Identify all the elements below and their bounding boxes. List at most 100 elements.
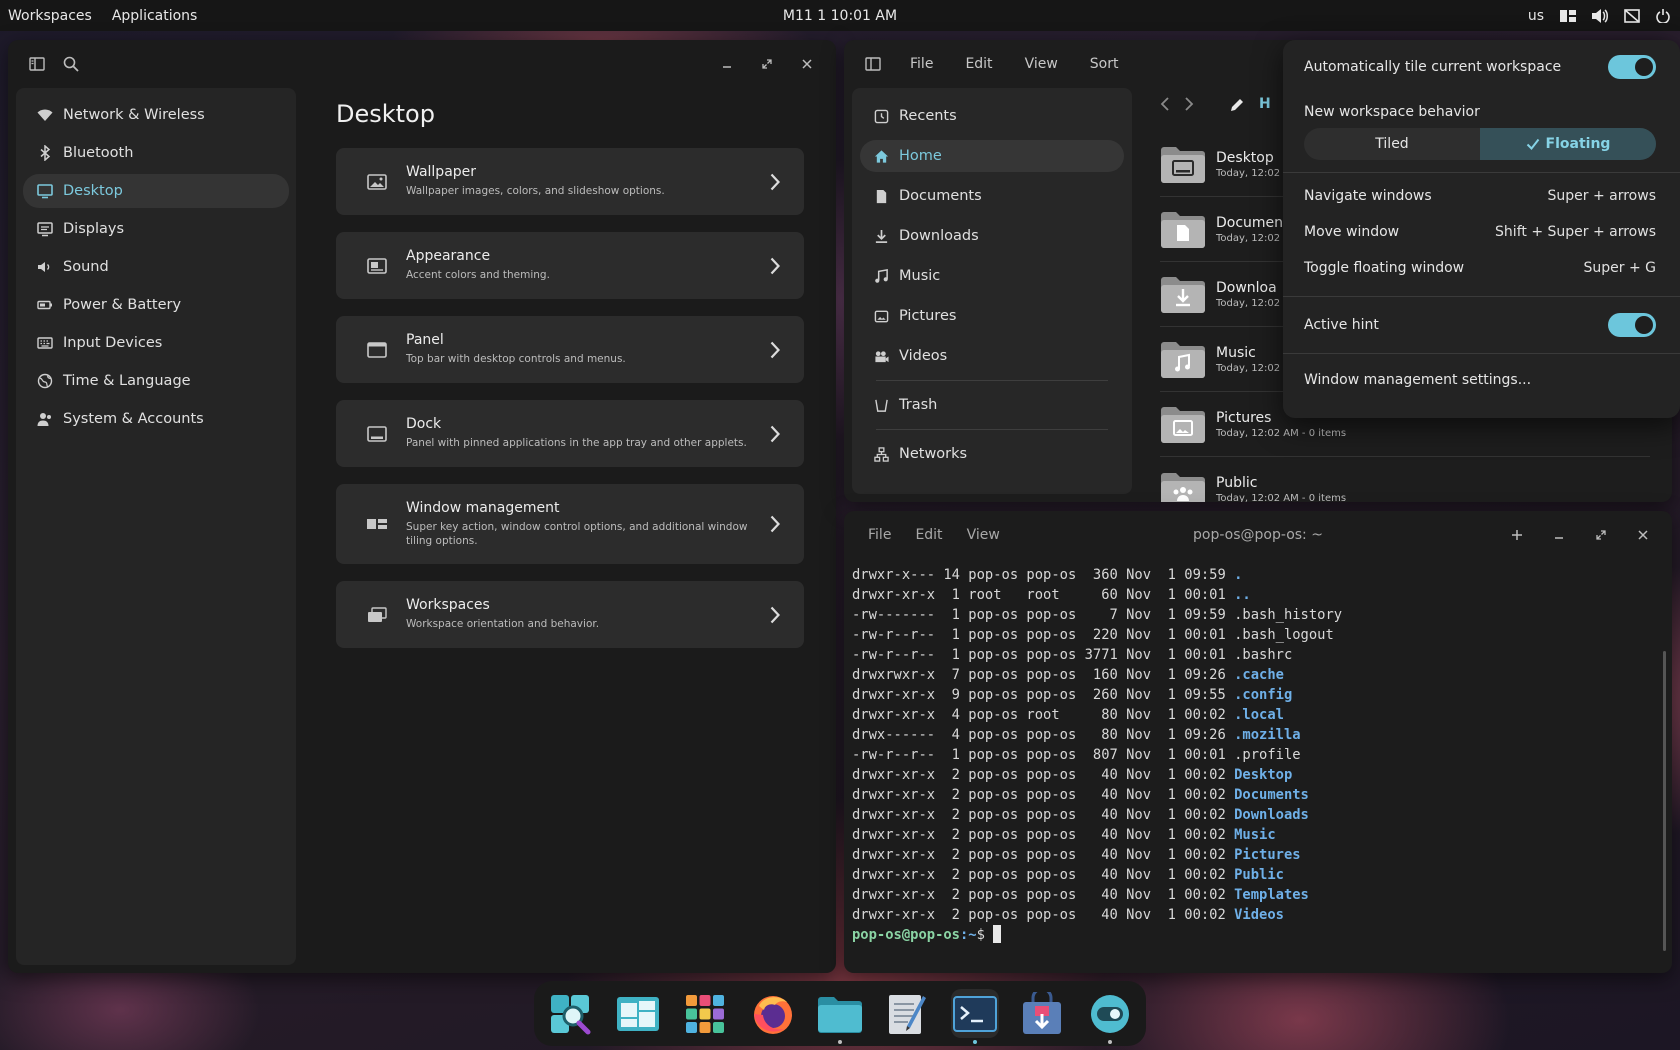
files-icon	[817, 995, 863, 1033]
tiling-icon[interactable]	[1560, 9, 1576, 22]
dock-item-settings[interactable]	[1086, 989, 1134, 1044]
terminal-line: drwx------ 4 pop-os pop-os 80 Nov 1 09:2…	[852, 725, 1652, 745]
terminal-line-filename: .mozilla	[1234, 727, 1301, 743]
breadcrumb[interactable]: H	[1259, 96, 1271, 112]
forward-arrow-icon[interactable]	[1184, 96, 1194, 112]
network-offline-icon[interactable]	[1624, 8, 1640, 23]
sidebar-item-time[interactable]: Time & Language	[23, 364, 289, 398]
file-meta: Today, 12:02 AM - 0 items	[1216, 427, 1347, 439]
sidebar-item-downloads[interactable]: Downloads	[860, 220, 1124, 252]
dock-item-terminal[interactable]	[950, 989, 1000, 1044]
dock-item-files[interactable]	[816, 989, 864, 1044]
sidebar-item-trash[interactable]: Trash	[860, 389, 1124, 421]
dock-item-workspaces[interactable]	[613, 989, 661, 1038]
terminal-output[interactable]: drwxr-x--- 14 pop-os pop-os 360 Nov 1 09…	[852, 565, 1652, 945]
menu-view[interactable]: View	[955, 527, 1012, 543]
settings-content: Desktop Wallpaper Wallpaper images, color…	[336, 88, 804, 665]
floating-option[interactable]: Floating	[1480, 128, 1656, 160]
dock	[534, 981, 1146, 1046]
new-workspace-behavior-label: New workspace behavior	[1304, 104, 1480, 120]
sidebar-toggle-icon[interactable]	[20, 47, 54, 81]
menu-file[interactable]: File	[898, 56, 945, 72]
terminal-line-filename: ..	[1234, 587, 1251, 603]
close-button[interactable]	[1626, 518, 1660, 552]
terminal-line-filename: Music	[1234, 827, 1276, 843]
scrollbar[interactable]	[1663, 651, 1666, 951]
file-name: Desktop	[1216, 149, 1274, 166]
sidebar-toggle-icon[interactable]	[856, 47, 890, 81]
card-description: Super key action, window control options…	[406, 520, 748, 547]
list-item[interactable]: Public Today, 12:02 AM - 0 items	[1160, 457, 1650, 502]
back-arrow-icon[interactable]	[1160, 96, 1170, 112]
sidebar-item-system[interactable]: System & Accounts	[23, 402, 289, 436]
active-hint-toggle[interactable]	[1608, 313, 1656, 337]
card-description: Wallpaper images, colors, and slideshow …	[406, 185, 665, 198]
terminal-line-prefix: -rw-r--r-- 1 pop-os pop-os 220 Nov 1 00:…	[852, 627, 1235, 643]
sidebar-item-sound[interactable]: Sound	[23, 250, 289, 284]
sidebar-item-networks[interactable]: Networks	[860, 438, 1124, 470]
sidebar-item-network[interactable]: Network & Wireless	[23, 98, 289, 132]
sidebar-item-pictures[interactable]: Pictures	[860, 300, 1124, 332]
sidebar-item-music[interactable]: Music	[860, 260, 1124, 292]
minimize-button[interactable]	[1542, 518, 1576, 552]
card-description: Workspace orientation and behavior.	[406, 618, 600, 631]
sidebar-item-label: Displays	[63, 221, 125, 237]
menu-view[interactable]: View	[1013, 56, 1070, 72]
checkmark-icon	[1526, 138, 1540, 150]
card-appearance[interactable]: Appearance Accent colors and theming.	[336, 232, 804, 299]
card-panel[interactable]: Panel Top bar with desktop controls and m…	[336, 316, 804, 383]
card-window-management[interactable]: Window management Super key action, windo…	[336, 484, 804, 564]
dock-item-store[interactable]	[1018, 989, 1066, 1038]
card-title: Window management	[406, 499, 560, 516]
sidebar-item-power[interactable]: Power & Battery	[23, 288, 289, 322]
clock[interactable]: M11 1 10:01 AM	[0, 8, 1680, 24]
maximize-button[interactable]	[1584, 518, 1618, 552]
applications-button[interactable]: Applications	[112, 8, 198, 24]
card-wallpaper[interactable]: Wallpaper Wallpaper images, colors, and s…	[336, 148, 804, 215]
card-dock[interactable]: Dock Panel with pinned applications in th…	[336, 400, 804, 467]
shortcut-keys: Shift + Super + arrows	[1495, 224, 1656, 240]
menu-edit[interactable]: Edit	[953, 56, 1004, 72]
running-indicator	[1107, 1040, 1112, 1044]
minimize-button[interactable]	[710, 47, 744, 81]
terminal-line-prefix: -rw-r--r-- 1 pop-os pop-os 807 Nov 1 00:…	[852, 747, 1235, 763]
menu-sort[interactable]: Sort	[1078, 56, 1131, 72]
sidebar-item-home[interactable]: Home	[860, 140, 1124, 172]
maximize-button[interactable]	[750, 47, 784, 81]
dock-item-text-editor[interactable]	[883, 989, 931, 1038]
tiled-label: Tiled	[1375, 136, 1409, 152]
new-tab-button[interactable]	[1500, 518, 1534, 552]
tiled-option[interactable]: Tiled	[1304, 128, 1480, 160]
chevron-right-icon	[770, 515, 780, 533]
volume-icon[interactable]	[1592, 8, 1608, 23]
sidebar-item-videos[interactable]: Videos	[860, 340, 1124, 372]
edit-path-icon[interactable]	[1230, 97, 1245, 112]
sidebar-item-displays[interactable]: Displays	[23, 212, 289, 246]
power-icon[interactable]	[1656, 8, 1670, 23]
dock-item-app-library[interactable]	[681, 989, 729, 1038]
dock-item-app-search[interactable]	[546, 989, 594, 1038]
battery-icon	[37, 297, 53, 313]
card-workspaces[interactable]: Workspaces Workspace orientation and beha…	[336, 581, 804, 648]
search-icon[interactable]	[54, 47, 88, 81]
sidebar-item-bluetooth[interactable]: Bluetooth	[23, 136, 289, 170]
workspaces-button[interactable]: Workspaces	[8, 8, 92, 24]
wm-settings-link[interactable]: Window management settings...	[1304, 354, 1656, 406]
terminal-prompt[interactable]: pop-os@pop-os:~$	[852, 925, 1652, 945]
active-hint-row: Active hint	[1304, 297, 1656, 353]
terminal-line-prefix: drwxrwxr-x 7 pop-os pop-os 160 Nov 1 09:…	[852, 667, 1235, 683]
menu-edit[interactable]: Edit	[903, 527, 954, 543]
sidebar-item-input[interactable]: Input Devices	[23, 326, 289, 360]
keyboard-layout-indicator[interactable]: us	[1528, 8, 1544, 24]
dock-item-firefox[interactable]	[748, 989, 796, 1038]
menu-file[interactable]: File	[856, 527, 903, 543]
shortcut-label: Navigate windows	[1304, 188, 1432, 204]
sidebar-item-documents[interactable]: Documents	[860, 180, 1124, 212]
running-indicator	[972, 1040, 977, 1044]
auto-tile-toggle[interactable]	[1608, 55, 1656, 79]
sidebar-item-desktop[interactable]: Desktop	[23, 174, 289, 208]
terminal-line-filename: .cache	[1234, 667, 1284, 683]
workspace-behavior-segmented: Tiled Floating	[1304, 128, 1656, 160]
close-button[interactable]	[790, 47, 824, 81]
sidebar-item-recents[interactable]: Recents	[860, 100, 1124, 132]
